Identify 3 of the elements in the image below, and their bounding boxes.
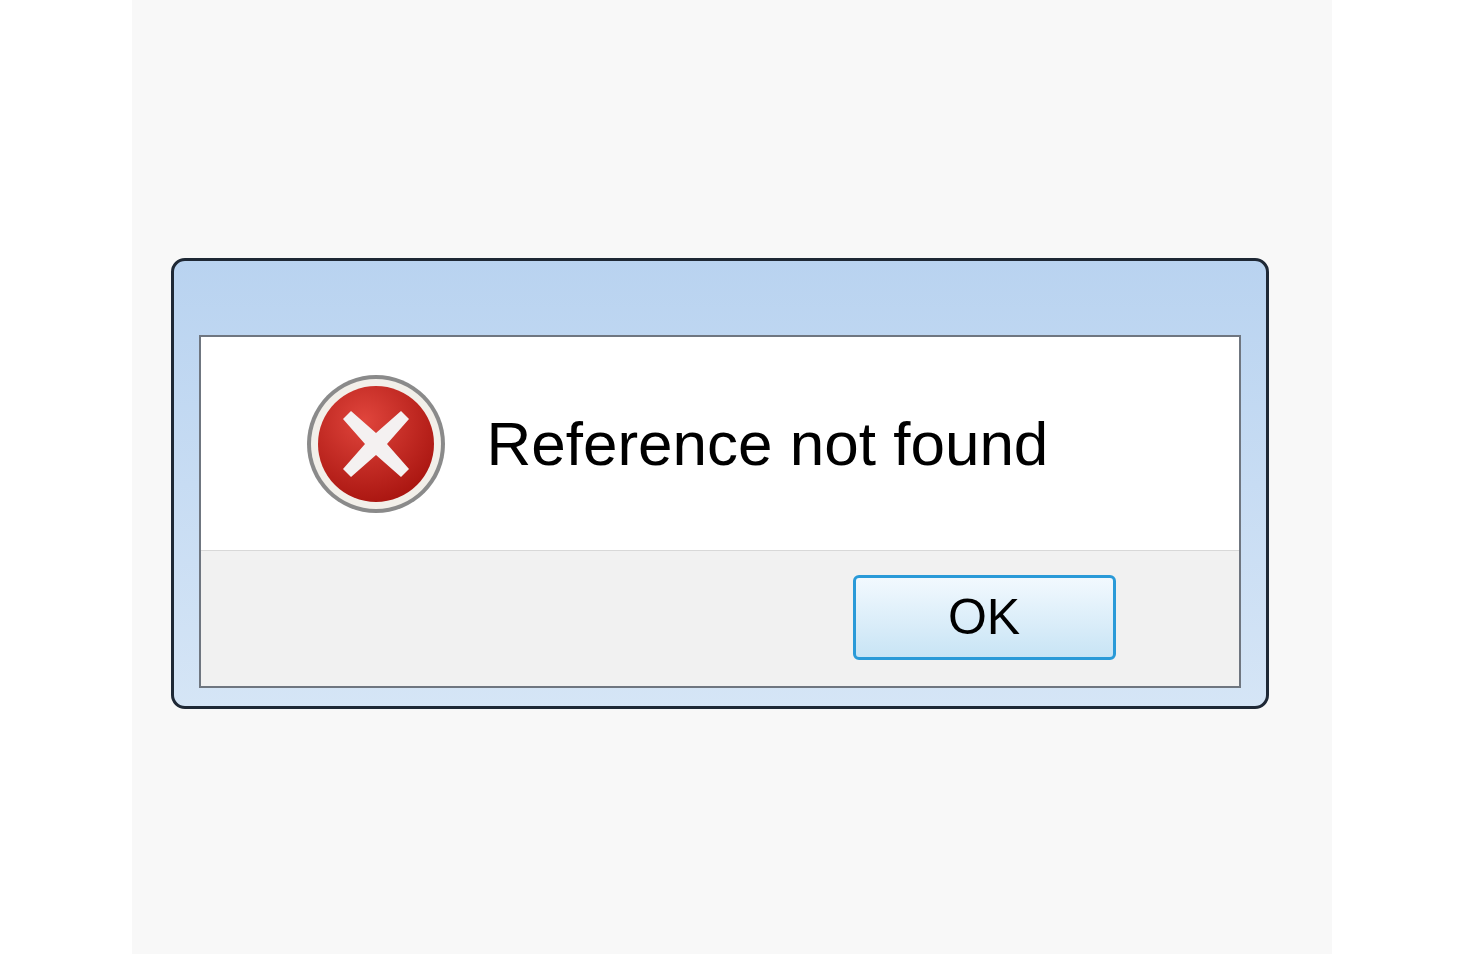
error-icon bbox=[304, 372, 447, 515]
error-message: Reference not found bbox=[486, 408, 1049, 480]
ok-button[interactable]: OK bbox=[852, 575, 1116, 660]
